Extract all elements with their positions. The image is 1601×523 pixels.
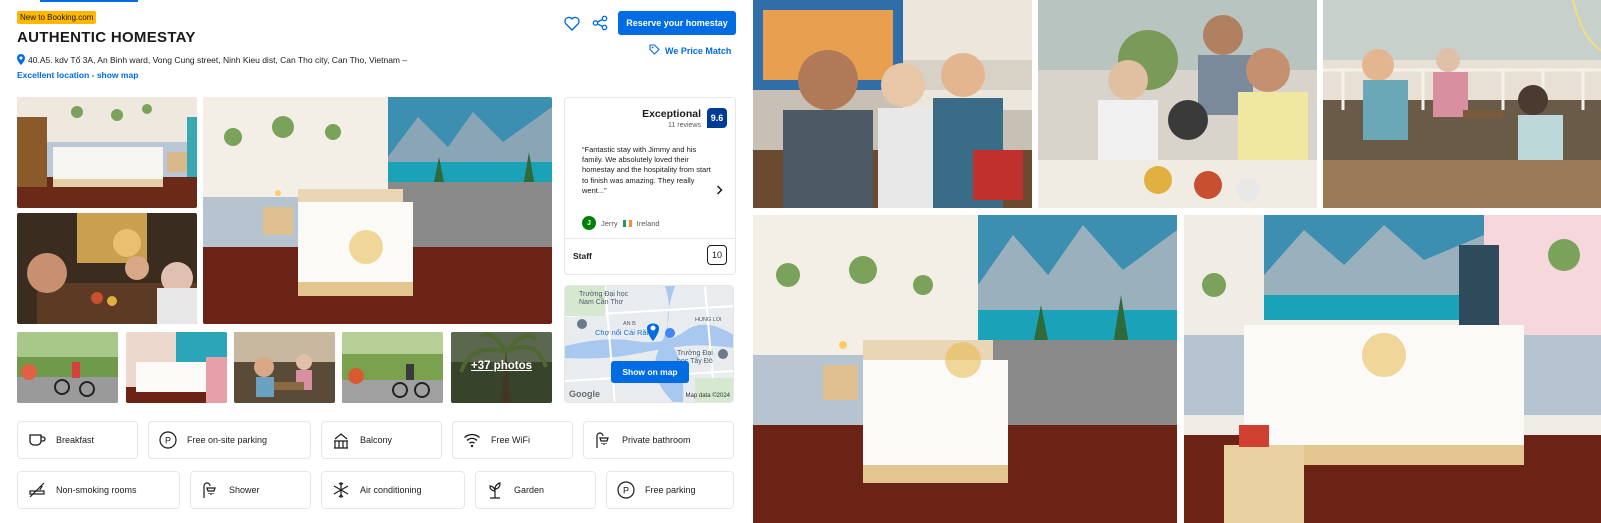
map-preview[interactable]: Trường Đại học Nam Cần Thơ Chợ nổi Cái Ră… — [564, 285, 734, 403]
review-count: 11 reviews — [668, 122, 701, 129]
map-label-university: Trường Đại học Nam Cần Thơ — [579, 291, 629, 306]
facility-garden: Garden — [475, 471, 596, 509]
facility-label: Private bathroom — [622, 435, 691, 445]
price-match-link[interactable]: We Price Match — [649, 44, 731, 57]
map-label-road: HUNG LOI — [695, 317, 722, 323]
wifi-icon — [461, 429, 483, 451]
facility-label: Free on-site parking — [187, 435, 268, 445]
gallery-photo-dinner[interactable] — [17, 213, 197, 324]
map-label-small: AN B — [623, 321, 636, 327]
property-title: AUTHENTIC HOMESTAY — [17, 29, 196, 46]
collage-photo-room-mural[interactable] — [753, 215, 1177, 523]
facility-free-onsite-parking: P Free on-site parking — [148, 421, 311, 459]
property-address: 40.A5. kdv Tổ 3A, An Binh ward, Vong Cun… — [17, 54, 407, 67]
facility-label: Non-smoking rooms — [56, 485, 137, 495]
facility-label: Free WiFi — [491, 435, 530, 445]
map-label-market: Chợ nổi Cái Răng — [595, 328, 655, 337]
parking-icon: P — [615, 479, 637, 501]
facility-free-wifi: Free WiFi — [452, 421, 573, 459]
coffee-cup-icon — [26, 429, 48, 451]
divider — [565, 238, 735, 239]
show-on-map-button[interactable]: Show on map — [611, 361, 689, 383]
property-panel: New to Booking.com AUTHENTIC HOMESTAY 40… — [0, 0, 753, 523]
facility-non-smoking: Non-smoking rooms — [17, 471, 180, 509]
google-logo: Google — [569, 389, 600, 399]
new-badge: New to Booking.com — [17, 11, 97, 24]
author-country: Ireland — [636, 218, 660, 228]
gallery-photo-main[interactable] — [203, 97, 552, 324]
shower-icon — [199, 479, 221, 501]
active-tab-indicator — [40, 0, 138, 2]
gallery-thumb-bed[interactable] — [126, 332, 227, 403]
avatar: J — [582, 216, 596, 230]
gallery-thumb-cycling-1[interactable] — [17, 332, 118, 403]
facility-balcony: Balcony — [321, 421, 442, 459]
facility-label: Garden — [514, 485, 545, 495]
review-author: J Jerry Ireland — [582, 216, 660, 230]
no-smoking-icon — [26, 479, 48, 501]
address-text: 40.A5. kdv Tổ 3A, An Binh ward, Vong Cun… — [28, 55, 408, 65]
collage-photo-balcony[interactable] — [1323, 0, 1601, 208]
svg-text:P: P — [165, 436, 171, 446]
rating-label: Exceptional — [642, 108, 701, 120]
price-match-label: We Price Match — [665, 45, 732, 56]
facility-shower: Shower — [190, 471, 311, 509]
map-attribution: Map data ©2024 — [685, 393, 730, 399]
tag-icon — [649, 44, 660, 57]
pin-icon — [17, 54, 25, 67]
collage-photo-dinner[interactable] — [1038, 0, 1317, 208]
shower-icon — [592, 429, 614, 451]
reserve-button[interactable]: Reserve your homestay — [618, 11, 736, 35]
more-photos-button[interactable]: +37 photos — [451, 332, 552, 403]
ireland-flag-icon — [622, 219, 632, 227]
show-map-link[interactable]: Excellent location - show map — [17, 70, 138, 80]
rating-score-badge: 9.6 — [707, 108, 727, 128]
review-quote: “Fantastic stay with Jimmy and his famil… — [582, 145, 711, 195]
facility-private-bathroom: Private bathroom — [583, 421, 734, 459]
more-photos-label: +37 photos — [470, 360, 533, 372]
snowflake-icon — [330, 479, 352, 501]
facility-label: Free parking — [645, 485, 696, 495]
author-name: Jerry — [601, 218, 618, 228]
facility-free-parking: P Free parking — [606, 471, 734, 509]
svg-text:P: P — [623, 486, 629, 496]
balcony-icon — [330, 429, 352, 451]
category-label: Staff — [573, 251, 592, 261]
parking-icon: P — [157, 429, 179, 451]
facility-breakfast: Breakfast — [17, 421, 138, 459]
facility-label: Breakfast — [56, 435, 95, 445]
review-card[interactable]: Exceptional 11 reviews 9.6 “Fantastic st… — [564, 97, 736, 275]
collage-photo-selfie[interactable] — [753, 0, 1032, 208]
gallery-thumb-cycling-2[interactable] — [342, 332, 443, 403]
gallery-photo-bedroom[interactable] — [17, 97, 197, 208]
garden-icon — [484, 479, 506, 501]
gallery-thumb-balcony[interactable] — [234, 332, 335, 403]
heart-icon[interactable] — [563, 14, 581, 32]
collage-photo-room-bed[interactable] — [1184, 215, 1601, 523]
facility-air-conditioning: Air conditioning — [321, 471, 465, 509]
facility-label: Balcony — [360, 435, 393, 445]
chevron-right-icon[interactable] — [716, 182, 723, 200]
facility-label: Air conditioning — [360, 485, 422, 495]
category-score: 10 — [707, 245, 727, 265]
share-icon[interactable] — [591, 14, 609, 32]
facility-label: Shower — [229, 485, 260, 495]
